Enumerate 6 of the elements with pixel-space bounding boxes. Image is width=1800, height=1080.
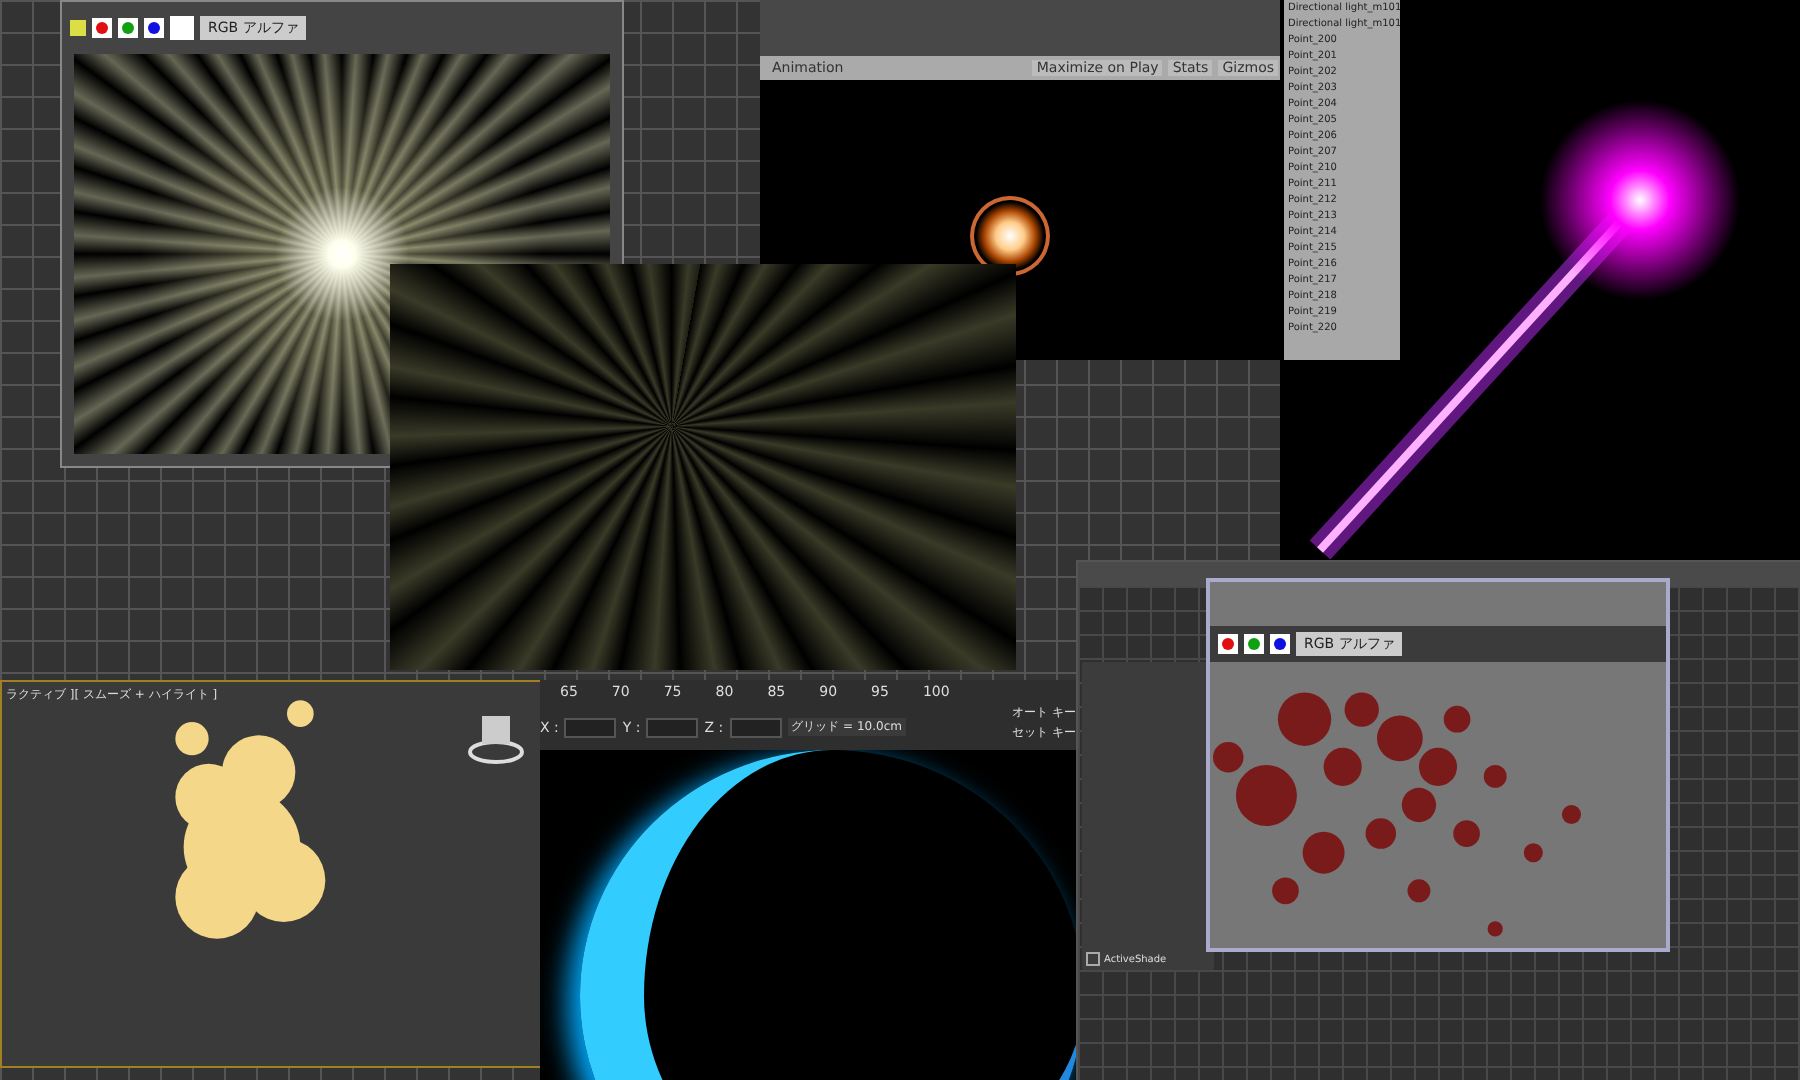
coordinate-field[interactable]: [729, 717, 782, 737]
coordinate-field[interactable]: [646, 717, 699, 737]
flare-render: [970, 196, 1050, 276]
color-swatch[interactable]: [170, 16, 194, 40]
coordinate-field[interactable]: [564, 717, 617, 737]
checkbox[interactable]: [1086, 952, 1100, 966]
